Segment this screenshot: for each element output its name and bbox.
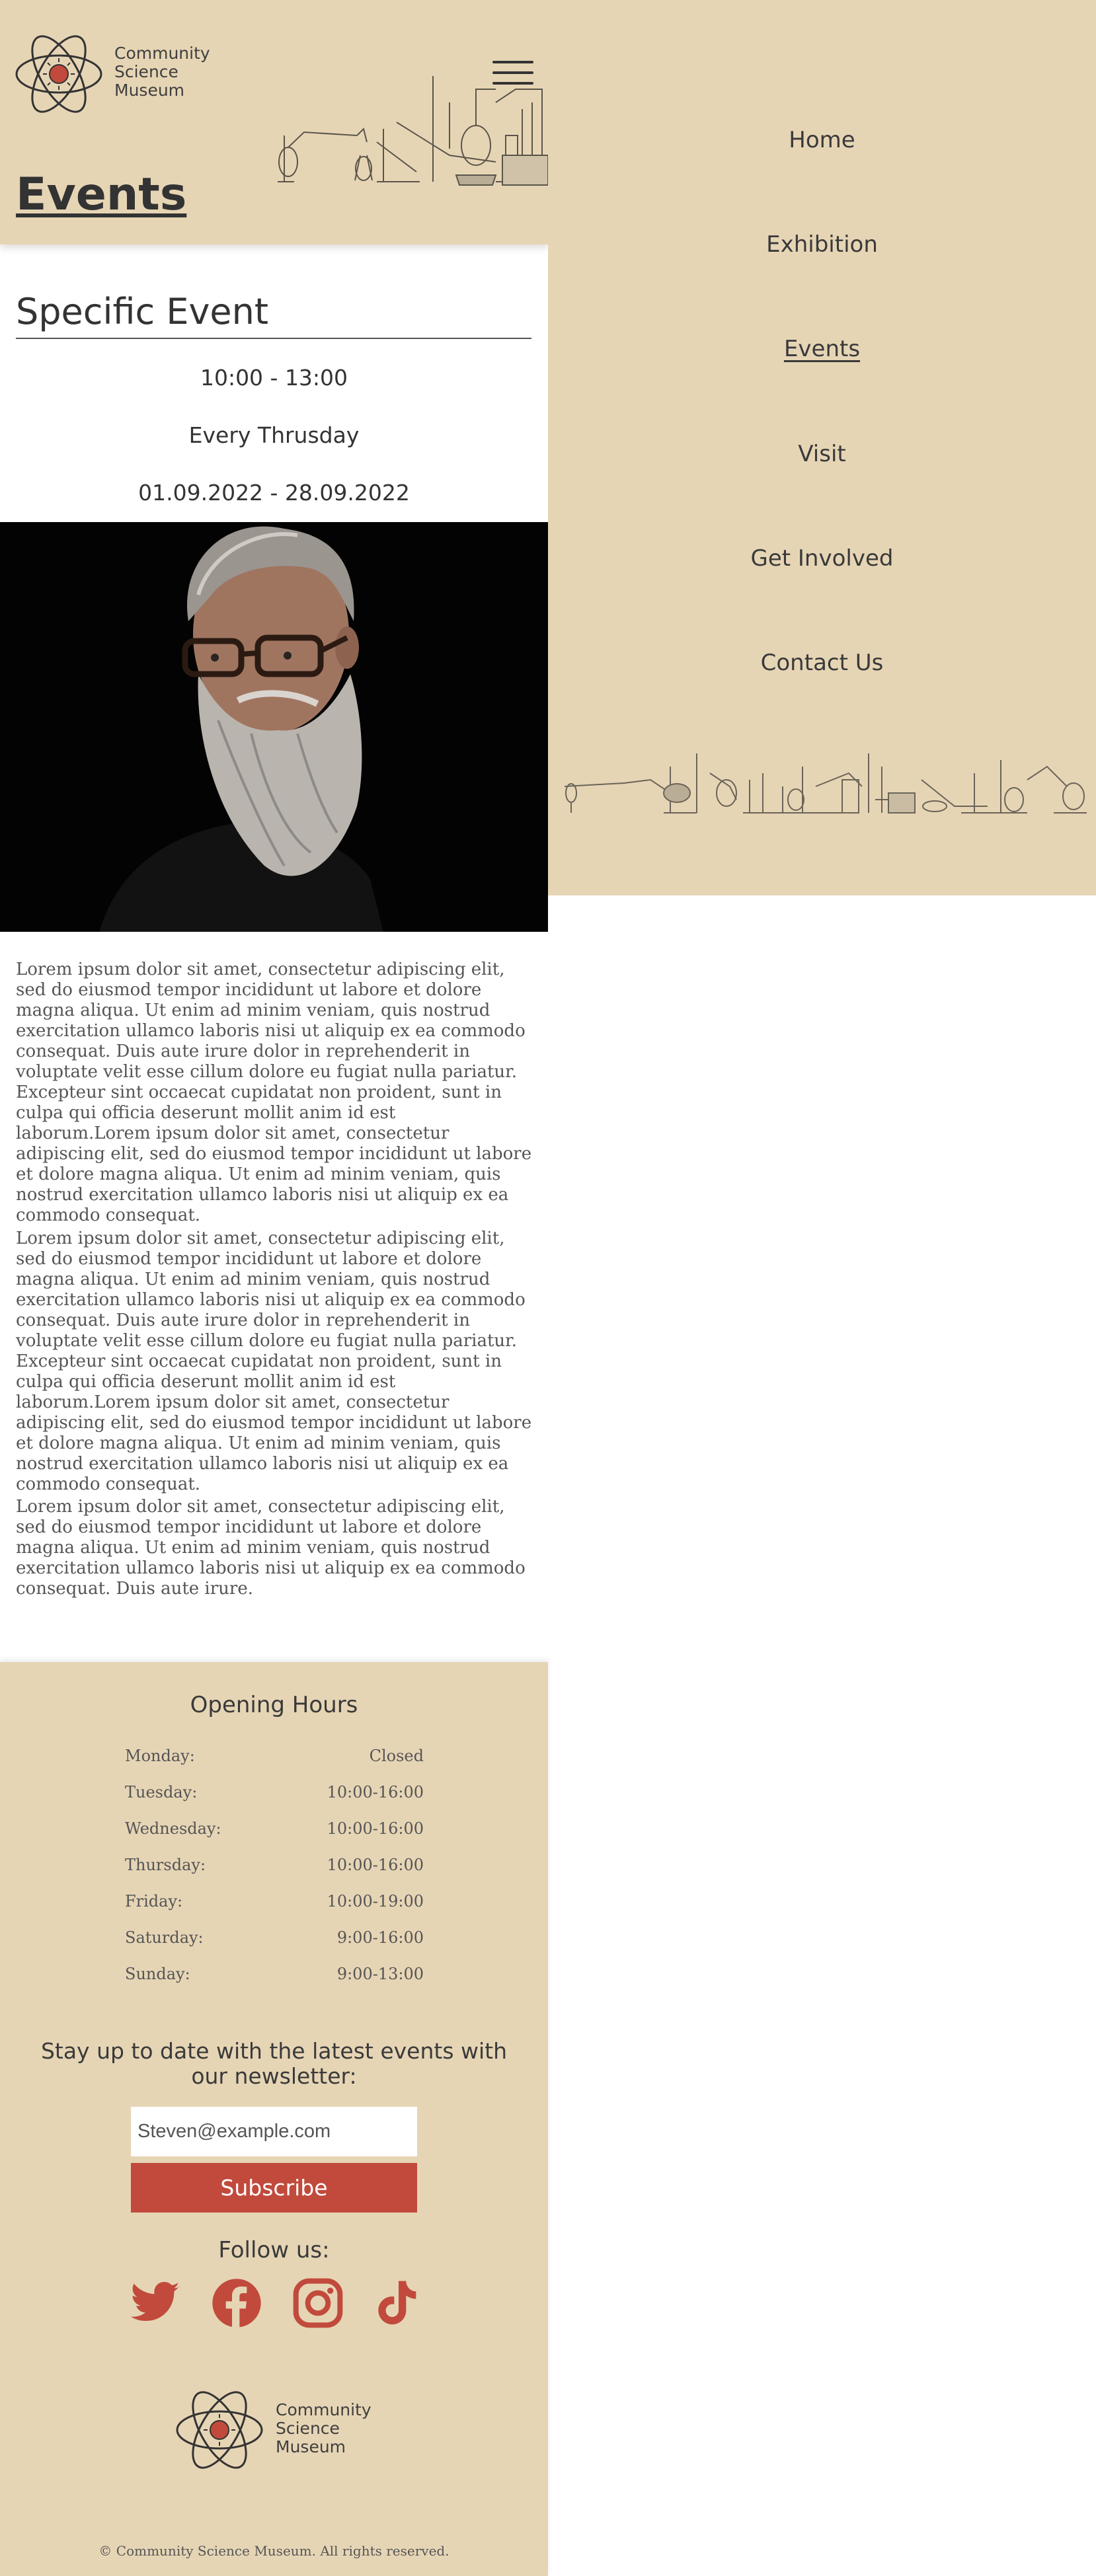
copyright-text: © Community Science Museum. All rights r…	[98, 2543, 450, 2559]
event-title: Specific Event	[16, 291, 531, 339]
nav-panel: Home Exhibition Events Visit Get Involve…	[548, 0, 1096, 895]
nav-item-visit[interactable]: Visit	[548, 441, 1096, 467]
hours-day: Thursday:	[125, 1856, 206, 1874]
hours-day: Wednesday:	[125, 1819, 221, 1838]
facebook-icon[interactable]	[210, 2277, 263, 2330]
hours-time: 10:00-16:00	[327, 1856, 424, 1874]
brand-name-line2: Science	[114, 62, 178, 81]
site-header: Community Science Museum Events	[0, 0, 548, 245]
hours-time: 10:00-16:00	[327, 1783, 424, 1801]
nav-item-home[interactable]: Home	[548, 127, 1096, 153]
tiktok-icon[interactable]	[370, 2277, 422, 2330]
brand-name-line1: Community	[276, 2400, 372, 2419]
event-recurrence: Every Thrusday	[188, 422, 360, 448]
hours-time: Closed	[369, 1747, 424, 1765]
nav-item-exhibition[interactable]: Exhibition	[548, 231, 1096, 258]
page-title: Events	[16, 169, 187, 221]
footer-atom-logo-icon[interactable]	[175, 2389, 264, 2472]
nav-item-events[interactable]: Events	[548, 336, 1096, 362]
footer-brand-name[interactable]: Community Science Museum	[276, 2401, 372, 2456]
newsletter-text: Stay up to date with the latest events w…	[40, 2038, 508, 2089]
instagram-icon[interactable]	[292, 2277, 344, 2330]
brand-name-line3: Museum	[276, 2437, 346, 2456]
hours-day: Tuesday:	[125, 1783, 198, 1801]
hours-day: Sunday:	[125, 1965, 190, 1983]
hours-day: Monday:	[125, 1747, 195, 1765]
lab-equipment-illustration	[565, 753, 1087, 814]
hours-time: 10:00-19:00	[327, 1892, 424, 1911]
atom-logo-icon[interactable]	[15, 33, 104, 116]
event-paragraph-1: Lorem ipsum dolor sit amet, consectetur …	[16, 960, 532, 1225]
subscribe-button[interactable]: Subscribe	[131, 2163, 417, 2213]
main-column: Community Science Museum Events Specific…	[0, 0, 548, 2576]
event-paragraph-2: Lorem ipsum dolor sit amet, consectetur …	[16, 1229, 532, 1494]
hours-time: 9:00-16:00	[336, 1928, 424, 1947]
event-paragraph-3: Lorem ipsum dolor sit amet, consectetur …	[16, 1497, 526, 1599]
hours-day: Saturday:	[125, 1928, 204, 1947]
brand-name-line1: Community	[114, 44, 210, 63]
hours-day: Friday:	[125, 1892, 183, 1911]
nav-item-get-involved[interactable]: Get Involved	[548, 545, 1096, 572]
brand-name-line3: Museum	[114, 81, 185, 100]
hours-time: 9:00-13:00	[336, 1965, 424, 1983]
follow-us-label: Follow us:	[218, 2237, 330, 2263]
event-time: 10:00 - 13:00	[200, 365, 348, 391]
site-footer: Opening Hours Monday: Closed Tuesday: 10…	[0, 1662, 548, 2576]
event-photo	[0, 522, 548, 932]
brand-name-line2: Science	[276, 2419, 340, 2438]
opening-hours-title: Opening Hours	[190, 1692, 358, 1718]
nav-item-contact-us[interactable]: Contact Us	[548, 650, 1096, 676]
twitter-icon[interactable]	[129, 2277, 182, 2330]
hours-time: 10:00-16:00	[327, 1819, 424, 1838]
newsletter-email-input[interactable]	[131, 2107, 417, 2156]
lab-equipment-illustration	[278, 76, 548, 186]
brand-name[interactable]: Community Science Museum	[114, 44, 210, 100]
event-date-range: 01.09.2022 - 28.09.2022	[138, 480, 410, 506]
